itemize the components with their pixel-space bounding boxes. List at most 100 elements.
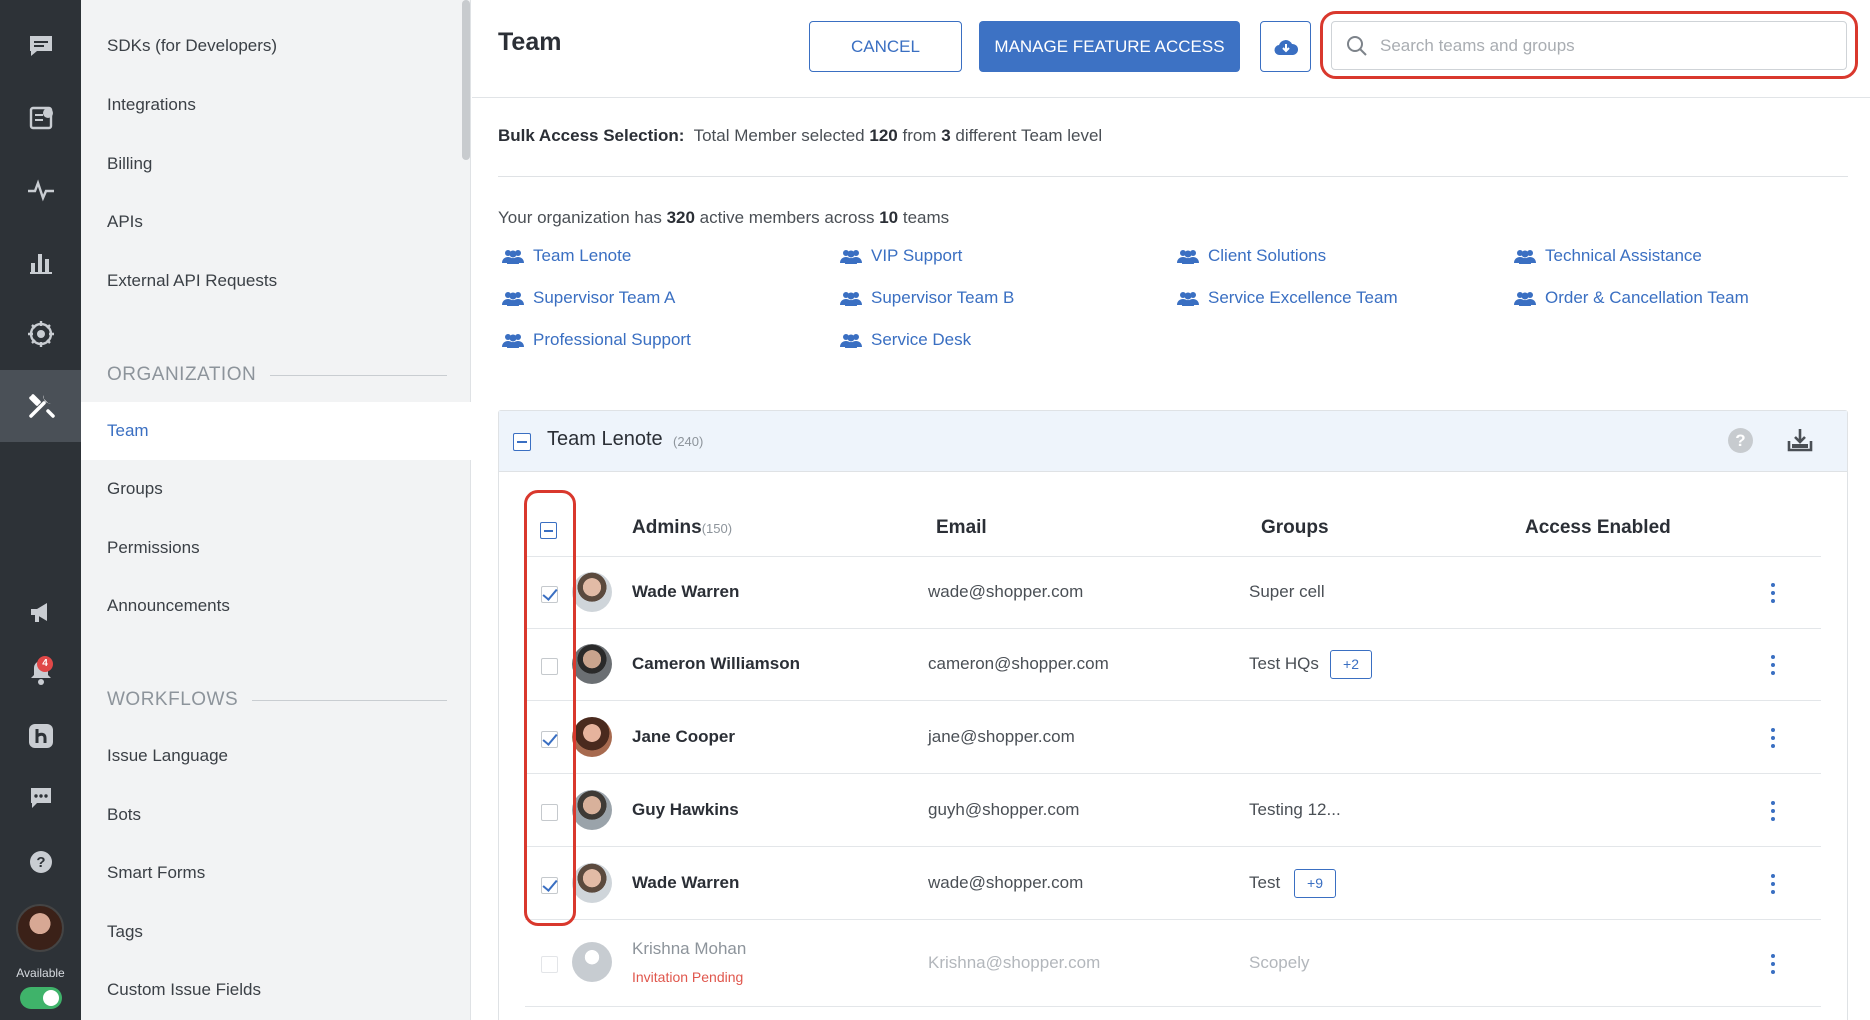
section-heading-workflows: WORKFLOWS — [107, 689, 447, 711]
team-icon — [1514, 250, 1536, 264]
sidebar-item-announcements[interactable]: Announcements — [81, 577, 471, 635]
row-menu-icon[interactable] — [1769, 874, 1777, 898]
ai-icon[interactable] — [0, 298, 81, 370]
member-group: Test HQs — [1249, 654, 1319, 673]
column-header-groups[interactable]: Groups — [1261, 517, 1329, 539]
sidebar-item-apis[interactable]: APIs — [81, 193, 471, 251]
column-header-access-enabled[interactable]: Access Enabled — [1525, 517, 1671, 539]
team-link[interactable]: Order & Cancellation Team — [1514, 288, 1749, 308]
sidebar-item-billing[interactable]: Billing — [81, 135, 471, 193]
admins-count: (150) — [701, 521, 733, 536]
cloud-download-button[interactable] — [1260, 21, 1311, 72]
team-link-label: Supervisor Team A — [533, 288, 676, 307]
checkbox-column-highlight — [524, 490, 576, 926]
bulk-text-b: from — [902, 126, 937, 145]
row-menu-icon[interactable] — [1769, 655, 1777, 679]
sidebar-item-integrations[interactable]: Integrations — [81, 76, 471, 134]
sidebar-item-external-api-requests[interactable]: External API Requests — [81, 252, 471, 310]
team-link[interactable]: Team Lenote — [502, 246, 631, 266]
team-link[interactable]: Supervisor Team A — [502, 288, 675, 308]
divider — [498, 176, 1848, 177]
avatar — [572, 644, 612, 684]
help-icon[interactable]: ? — [1728, 428, 1753, 453]
member-name: Wade Warren — [632, 873, 740, 892]
member-group: Scopely — [1249, 953, 1310, 972]
sidebar-item-issue-language[interactable]: Issue Language — [81, 727, 471, 785]
team-panel-count: (240) — [673, 434, 704, 449]
sidebar-item-groups[interactable]: Groups — [81, 460, 471, 518]
settings-sidebar: SDKs (for Developers) Integrations Billi… — [81, 0, 471, 1020]
analytics-icon[interactable] — [0, 226, 81, 298]
more-groups-badge[interactable]: +9 — [1294, 869, 1336, 898]
status-label: Available — [16, 966, 65, 980]
team-link[interactable]: Service Excellence Team — [1177, 288, 1398, 308]
team-link[interactable]: VIP Support — [840, 246, 962, 266]
activity-icon[interactable] — [0, 154, 81, 226]
team-link-label: Team Lenote — [533, 246, 632, 265]
main-content: Team CANCEL MANAGE FEATURE ACCESS Bulk A… — [472, 0, 1870, 1020]
invitation-pending-label: Invitation Pending — [632, 969, 744, 985]
search-input[interactable] — [1380, 35, 1820, 56]
member-email: cameron@shopper.com — [928, 654, 1109, 673]
team-link-label: Client Solutions — [1208, 246, 1327, 265]
tools-icon[interactable] — [0, 370, 81, 442]
message-icon[interactable] — [0, 762, 81, 834]
download-icon[interactable] — [1786, 427, 1814, 458]
org-text-c: teams — [902, 208, 950, 227]
notification-badge: 4 — [37, 656, 53, 672]
team-link-label: Professional Support — [533, 330, 691, 349]
team-icon — [1514, 292, 1536, 306]
more-groups-badge[interactable]: +2 — [1330, 650, 1372, 679]
member-email: wade@shopper.com — [928, 582, 1084, 601]
member-name: Jane Cooper — [632, 727, 735, 746]
user-avatar[interactable] — [16, 904, 64, 952]
team-link[interactable]: Service Desk — [840, 330, 971, 350]
avatar — [572, 863, 612, 903]
org-text-b: active members across — [699, 208, 875, 227]
availability-toggle[interactable] — [20, 987, 62, 1009]
org-teams-count: 10 — [879, 208, 899, 227]
team-link[interactable]: Client Solutions — [1177, 246, 1326, 266]
sidebar-item-bots[interactable]: Bots — [81, 786, 471, 844]
team-link-label: Service Desk — [871, 330, 972, 349]
row-divider — [525, 846, 1821, 847]
column-header-admins[interactable]: Admins(150) — [632, 517, 732, 539]
row-divider — [525, 700, 1821, 701]
admins-label: Admins — [632, 517, 702, 538]
avatar — [572, 717, 612, 757]
member-name: Cameron Williamson — [632, 654, 800, 673]
icon-rail: 4 ? Available — [0, 0, 81, 1020]
sidebar-item-sdks[interactable]: SDKs (for Developers) — [81, 17, 471, 75]
member-group: Super cell — [1249, 582, 1325, 601]
team-link[interactable]: Professional Support — [502, 330, 691, 350]
row-menu-icon[interactable] — [1769, 954, 1777, 978]
row-menu-icon[interactable] — [1769, 583, 1777, 607]
collapse-toggle[interactable] — [513, 433, 531, 451]
row-checkbox[interactable] — [541, 956, 558, 973]
question-icon[interactable]: ? — [0, 826, 81, 898]
member-group: Testing 12... — [1249, 800, 1341, 819]
sidebar-item-tags[interactable]: Tags — [81, 903, 471, 961]
member-name: Krishna Mohan — [632, 939, 747, 958]
team-link[interactable]: Technical Assistance — [1514, 246, 1702, 266]
team-icon — [840, 250, 862, 264]
team-link[interactable]: Supervisor Team B — [840, 288, 1014, 308]
manage-feature-access-button[interactable]: MANAGE FEATURE ACCESS — [979, 21, 1240, 72]
row-menu-icon[interactable] — [1769, 728, 1777, 752]
sidebar-item-permissions[interactable]: Permissions — [81, 519, 471, 577]
team-icon — [502, 250, 524, 264]
bell-icon[interactable]: 4 — [0, 636, 81, 708]
row-menu-icon[interactable] — [1769, 801, 1777, 825]
org-members-count: 320 — [666, 208, 695, 227]
page-title: Team — [498, 28, 562, 56]
sidebar-item-team[interactable]: Team — [81, 402, 471, 460]
chat-icon[interactable] — [0, 10, 81, 82]
team-link-label: Supervisor Team B — [871, 288, 1015, 307]
team-icon — [840, 292, 862, 306]
sidebar-item-custom-issue-fields[interactable]: Custom Issue Fields — [81, 961, 471, 1019]
sidebar-item-smart-forms[interactable]: Smart Forms — [81, 844, 471, 902]
help-article-icon[interactable] — [0, 82, 81, 154]
column-header-email[interactable]: Email — [936, 517, 987, 539]
cancel-button[interactable]: CANCEL — [809, 21, 962, 72]
search-box[interactable] — [1331, 21, 1847, 70]
